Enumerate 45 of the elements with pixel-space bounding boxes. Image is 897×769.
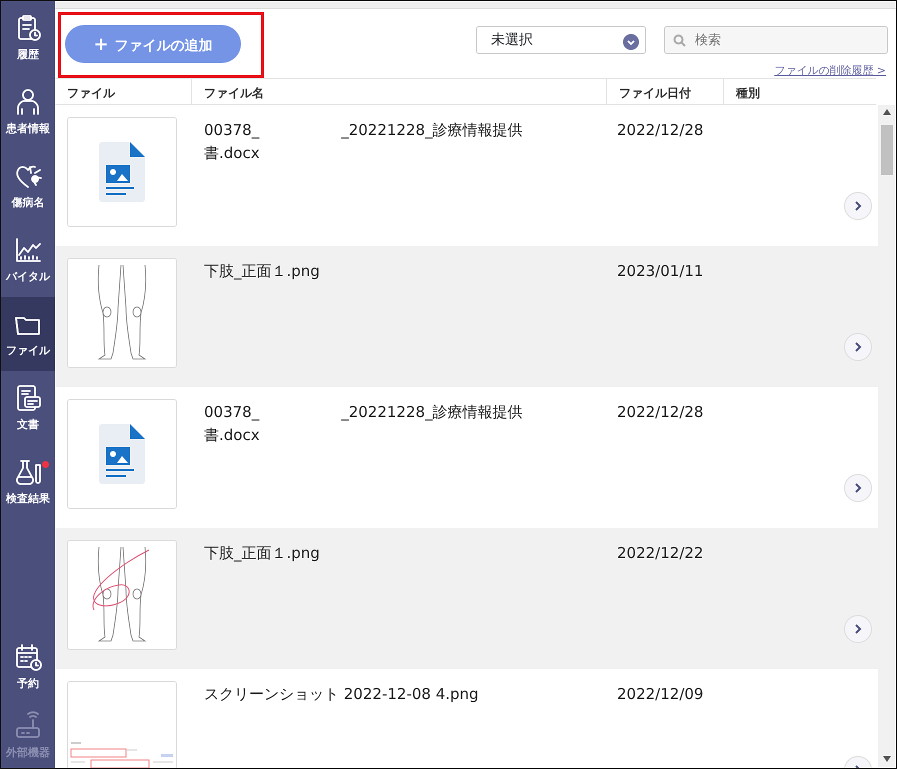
column-header: ファイル名 <box>192 79 607 104</box>
column-header: 種別 <box>734 85 761 102</box>
deleted-history-link[interactable]: ファイルの削除履歴 > <box>774 63 886 80</box>
chevron-right-icon <box>854 201 862 211</box>
image-thumbnail[interactable] <box>67 681 177 768</box>
scrollbar[interactable] <box>878 105 896 768</box>
file-name: スクリーンショット 2022-12-08 4.png <box>203 684 480 705</box>
search-field[interactable]: 検索 <box>664 26 888 54</box>
scroll-down-icon[interactable] <box>883 756 891 762</box>
sidebar-item[interactable]: 文書 <box>1 371 55 445</box>
sidebar-item[interactable]: 履歴 <box>1 1 55 75</box>
file-name: 下肢_正面１.png <box>203 261 321 282</box>
column-header: ファイル日付 <box>607 79 724 104</box>
row-open-button[interactable] <box>844 192 872 220</box>
chevron-right-icon <box>854 342 862 352</box>
column-header: ファイル <box>55 79 192 104</box>
chevron-right-icon <box>854 624 862 634</box>
scroll-thumb[interactable] <box>881 125 893 175</box>
sidebar-item[interactable]: 予約 <box>1 630 55 704</box>
file-name: 下肢_正面１.png <box>203 543 321 564</box>
document-image-icon <box>97 423 147 485</box>
file-date: 2023/01/11 <box>616 261 704 282</box>
document-image-icon <box>97 141 147 203</box>
sidebar-item[interactable]: ファイル <box>1 297 55 371</box>
router-icon <box>13 710 43 741</box>
file-name: 00378_ _20221228_診療情報提供書.docx <box>203 120 524 164</box>
file-date: 2022/12/28 <box>616 402 704 423</box>
chevron-right-icon <box>854 483 862 493</box>
chevron-down-icon <box>623 34 639 50</box>
row-open-button[interactable] <box>844 615 872 643</box>
file-date: 2022/12/09 <box>616 684 704 705</box>
calendar-icon <box>13 642 43 672</box>
sidebar-item[interactable]: 検査結果 <box>1 445 55 519</box>
scroll-up-icon[interactable] <box>883 109 891 115</box>
row-open-button[interactable] <box>844 333 872 361</box>
row-open-button[interactable] <box>844 474 872 502</box>
file-thumbnail[interactable] <box>67 399 177 509</box>
file-date: 2022/12/28 <box>616 120 704 141</box>
file-thumbnail[interactable] <box>67 117 177 227</box>
sidebar-item[interactable]: 傷病名 <box>1 149 55 223</box>
filter-dropdown[interactable]: 未選択 <box>476 26 646 54</box>
file-name: 00378_ _20221228_診療情報提供書.docx <box>203 402 524 446</box>
sidebar-item[interactable]: 患者情報 <box>1 75 55 149</box>
sidebar-item[interactable]: バイタル <box>1 223 55 297</box>
file-date: 2022/12/22 <box>616 543 704 564</box>
